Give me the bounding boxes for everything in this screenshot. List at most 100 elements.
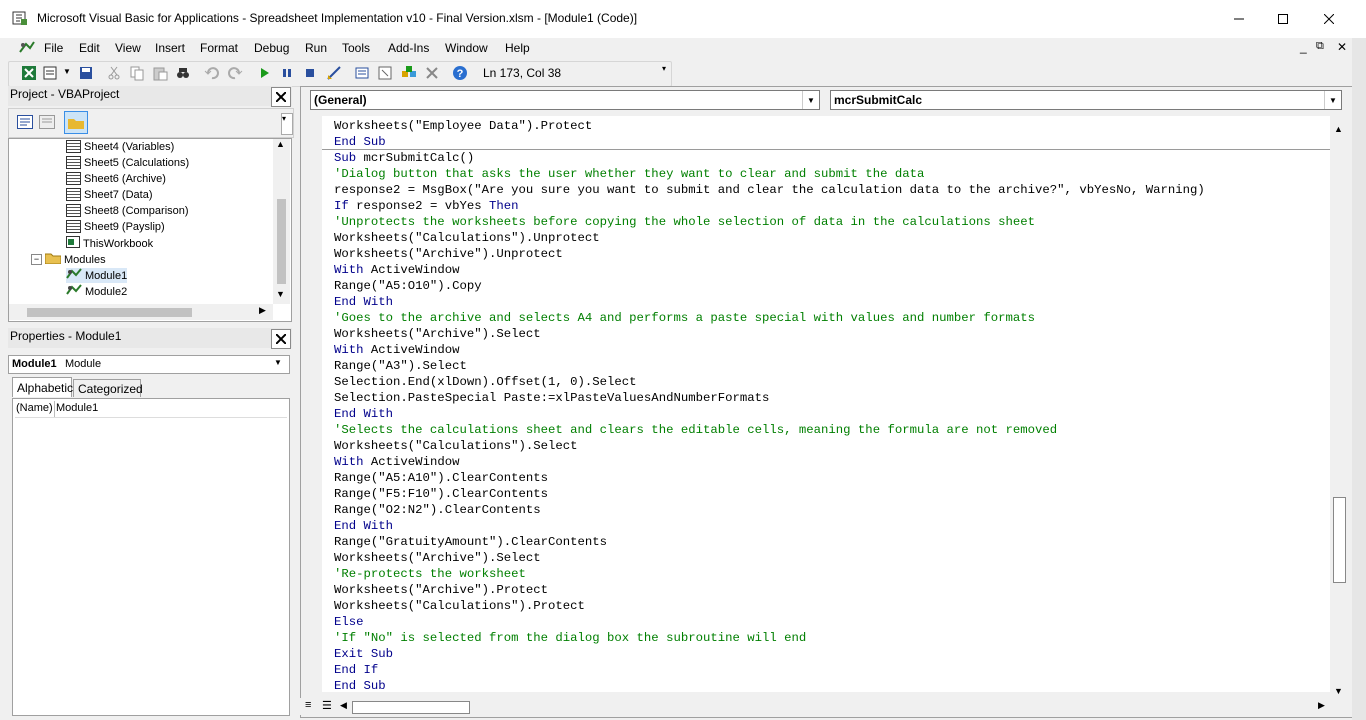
project-tree[interactable]: Sheet4 (Variables) Sheet5 (Calculations)…: [8, 138, 292, 322]
save-icon[interactable]: [78, 65, 94, 81]
tree-vertical-scrollbar[interactable]: ▲ ▼: [273, 139, 290, 304]
tree-item-sheet6[interactable]: Sheet6 (Archive): [66, 172, 166, 185]
code-line[interactable]: Range("A5:O10").Copy: [334, 278, 1205, 294]
mdi-minimize-button[interactable]: _: [1300, 40, 1307, 54]
help-icon[interactable]: ?: [452, 65, 468, 81]
cut-icon[interactable]: [106, 65, 122, 81]
view-code-icon[interactable]: [17, 115, 33, 132]
menu-add-ins[interactable]: Add-Ins: [388, 41, 429, 55]
menu-tools[interactable]: Tools: [342, 41, 370, 55]
full-module-view-icon[interactable]: ☰: [322, 699, 332, 712]
redo-icon[interactable]: [227, 65, 243, 81]
run-icon[interactable]: [256, 65, 272, 81]
menu-insert[interactable]: Insert: [155, 41, 185, 55]
tree-item-module2[interactable]: Module2: [66, 284, 127, 299]
tree-horizontal-scrollbar[interactable]: ▶: [9, 304, 273, 320]
code-line[interactable]: response2 = MsgBox("Are you sure you wan…: [334, 182, 1205, 198]
code-line[interactable]: 'Re-protects the worksheet: [334, 566, 1205, 582]
procedure-view-icon[interactable]: ≡: [305, 699, 311, 711]
undo-icon[interactable]: [204, 65, 220, 81]
tree-hscroll-thumb[interactable]: [27, 308, 192, 317]
toolbar-overflow-icon[interactable]: ▾: [281, 113, 293, 135]
tree-item-sheet4[interactable]: Sheet4 (Variables): [66, 140, 174, 153]
menu-view[interactable]: View: [115, 41, 141, 55]
code-line[interactable]: 'Selects the calculations sheet and clea…: [334, 422, 1205, 438]
menu-run[interactable]: Run: [305, 41, 327, 55]
margin-indicator-bar[interactable]: [302, 116, 322, 696]
properties-icon[interactable]: [377, 65, 393, 81]
close-window-button[interactable]: [1306, 0, 1352, 38]
code-line[interactable]: Worksheets("Employee Data").Protect: [334, 118, 1205, 134]
view-object-icon[interactable]: [39, 115, 55, 132]
code-line[interactable]: Else: [334, 614, 1205, 630]
code-line[interactable]: Worksheets("Archive").Unprotect: [334, 246, 1205, 262]
chevron-down-icon[interactable]: ▼: [1324, 91, 1341, 109]
code-line[interactable]: End Sub: [334, 134, 1205, 150]
tree-item-modules[interactable]: − Modules: [31, 252, 106, 267]
chevron-left-icon[interactable]: ◀: [340, 700, 347, 711]
chevron-down-icon[interactable]: ▼: [802, 91, 819, 109]
code-line[interactable]: End Sub: [334, 678, 1205, 692]
code-line[interactable]: Range("F5:F10").ClearContents: [334, 486, 1205, 502]
code-line[interactable]: Worksheets("Calculations").Unprotect: [334, 230, 1205, 246]
code-line[interactable]: Selection.End(xlDown).Offset(1, 0).Selec…: [334, 374, 1205, 390]
chevron-right-icon[interactable]: ▶: [259, 305, 266, 316]
code-line[interactable]: Worksheets("Calculations").Protect: [334, 598, 1205, 614]
tree-item-sheet9[interactable]: Sheet9 (Payslip): [66, 220, 165, 233]
code-hscroll-thumb[interactable]: [352, 701, 470, 714]
break-icon[interactable]: [279, 65, 295, 81]
collapse-icon[interactable]: −: [31, 254, 42, 265]
minimize-button[interactable]: [1216, 0, 1262, 38]
code-line[interactable]: Worksheets("Archive").Protect: [334, 582, 1205, 598]
code-line[interactable]: End If: [334, 662, 1205, 678]
property-value[interactable]: Module1: [56, 402, 98, 414]
mdi-close-button[interactable]: ✕: [1337, 40, 1347, 54]
code-line[interactable]: Range("O2:N2").ClearContents: [334, 502, 1205, 518]
vba-menu-icon[interactable]: [18, 40, 36, 59]
code-line[interactable]: With ActiveWindow: [334, 454, 1205, 470]
code-line[interactable]: Sub mcrSubmitCalc(): [334, 150, 1205, 166]
project-close-button[interactable]: [271, 87, 291, 107]
code-line[interactable]: Selection.PasteSpecial Paste:=xlPasteVal…: [334, 390, 1205, 406]
tree-item-thisworkbook[interactable]: ThisWorkbook: [66, 236, 153, 251]
code-line[interactable]: 'If "No" is selected from the dialog box…: [334, 630, 1205, 646]
chevron-down-icon[interactable]: ▼: [274, 358, 282, 367]
tree-item-sheet5[interactable]: Sheet5 (Calculations): [66, 156, 189, 169]
code-line[interactable]: End With: [334, 294, 1205, 310]
find-icon[interactable]: [175, 65, 191, 81]
mdi-restore-button[interactable]: ⧉: [1316, 40, 1324, 53]
code-line[interactable]: End With: [334, 518, 1205, 534]
menu-window[interactable]: Window: [445, 41, 488, 55]
tree-item-sheet7[interactable]: Sheet7 (Data): [66, 188, 152, 201]
tree-scroll-thumb[interactable]: [277, 199, 286, 284]
menu-file[interactable]: File: [44, 41, 63, 55]
code-line[interactable]: 'Goes to the archive and selects A4 and …: [334, 310, 1205, 326]
code-vertical-scrollbar[interactable]: ▲ ▼: [1330, 116, 1347, 702]
toolbox-icon[interactable]: [424, 65, 440, 81]
chevron-down-icon[interactable]: ▼: [63, 67, 71, 76]
copy-icon[interactable]: [129, 65, 145, 81]
toggle-folders-icon[interactable]: [64, 111, 88, 134]
property-row[interactable]: (Name) Module1: [15, 401, 287, 418]
code-editor[interactable]: Worksheets("Employee Data").Protect End S…: [322, 116, 1330, 692]
tab-alphabetic[interactable]: Alphabetic: [12, 377, 73, 397]
code-line[interactable]: Worksheets("Archive").Select: [334, 326, 1205, 342]
menu-format[interactable]: Format: [200, 41, 238, 55]
maximize-button[interactable]: [1260, 0, 1306, 38]
object-browser-icon[interactable]: [401, 65, 417, 81]
excel-icon[interactable]: [21, 65, 37, 81]
code-line[interactable]: Exit Sub: [334, 646, 1205, 662]
paste-icon[interactable]: [152, 65, 168, 81]
code-line[interactable]: 'Dialog button that asks the user whethe…: [334, 166, 1205, 182]
tree-item-sheet8[interactable]: Sheet8 (Comparison): [66, 204, 189, 217]
code-line[interactable]: If response2 = vbYes Then: [334, 198, 1205, 214]
chevron-up-icon[interactable]: ▲: [1334, 124, 1343, 134]
tab-categorized[interactable]: Categorized: [73, 379, 143, 397]
chevron-down-icon[interactable]: ▼: [1334, 686, 1343, 696]
properties-close-button[interactable]: [271, 329, 291, 349]
code-line[interactable]: With ActiveWindow: [334, 342, 1205, 358]
code-line[interactable]: Range("A5:A10").ClearContents: [334, 470, 1205, 486]
chevron-down-icon[interactable]: ▼: [276, 289, 285, 299]
code-line[interactable]: 'Unprotects the worksheets before copyin…: [334, 214, 1205, 230]
code-line[interactable]: Range("GratuityAmount").ClearContents: [334, 534, 1205, 550]
